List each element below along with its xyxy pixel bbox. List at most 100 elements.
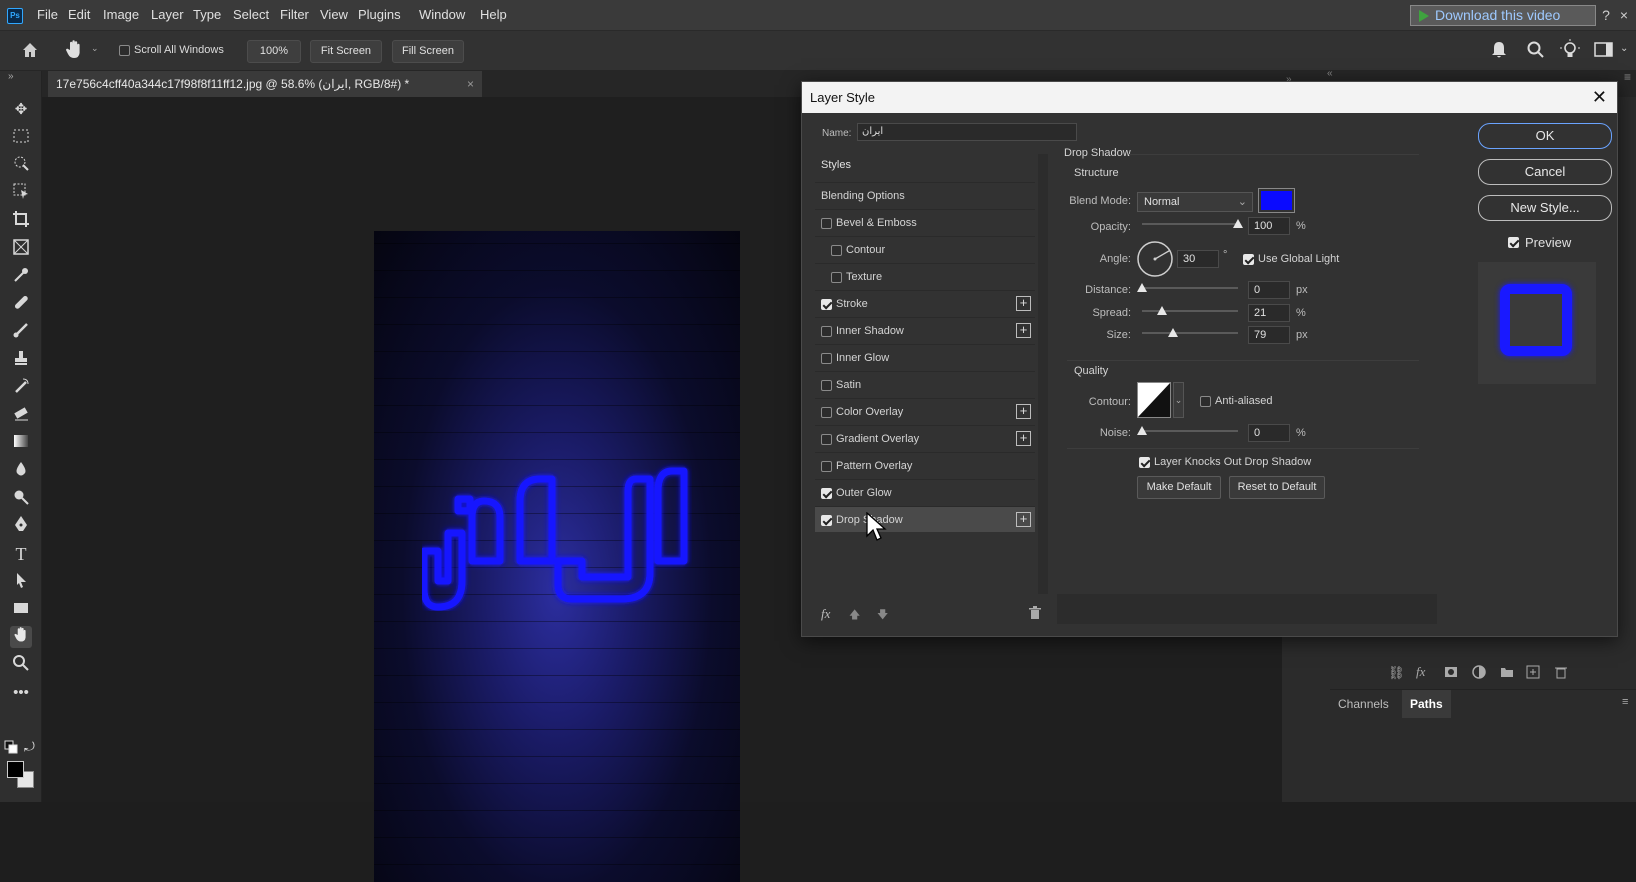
knockout-checkbox[interactable] (1139, 457, 1150, 468)
hand-tool-icon[interactable] (10, 626, 32, 648)
tab-paths[interactable]: Paths (1402, 690, 1451, 718)
discover-lightbulb-icon[interactable] (1560, 39, 1580, 61)
move-tool-icon[interactable]: ✥ (10, 99, 32, 121)
delete-layer-icon[interactable] (1554, 665, 1568, 682)
chevron-down-icon[interactable]: ⌄ (91, 43, 99, 54)
link-layers-icon[interactable]: ⛓ (1388, 665, 1405, 681)
slider-thumb[interactable] (1233, 219, 1243, 228)
bevel-emboss-checkbox[interactable] (821, 218, 832, 229)
inner-shadow-checkbox[interactable] (821, 326, 832, 337)
size-slider[interactable] (1142, 328, 1238, 337)
make-default-button[interactable]: Make Default (1137, 476, 1221, 499)
distance-input[interactable]: 0 (1248, 281, 1290, 299)
panel-menu-icon[interactable]: ≡ (1624, 70, 1631, 84)
drop-shadow-checkbox[interactable] (821, 515, 832, 526)
style-item-satin[interactable]: Satin (815, 371, 1035, 397)
brush-tool-icon[interactable] (10, 321, 32, 343)
marquee-tool-icon[interactable] (10, 127, 32, 149)
notification-bell-icon[interactable] (1490, 40, 1508, 60)
style-item-color-overlay[interactable]: Color Overlay + (815, 398, 1035, 424)
add-drop-shadow-icon[interactable]: + (1016, 512, 1031, 527)
add-gradient-overlay-icon[interactable]: + (1016, 431, 1031, 446)
style-item-blending-options[interactable]: Blending Options (815, 182, 1035, 208)
add-mask-icon[interactable] (1444, 665, 1458, 682)
styles-header[interactable]: Styles (821, 159, 851, 171)
close-icon[interactable]: × (1616, 5, 1632, 25)
workspace-layout-icon[interactable] (1594, 41, 1614, 59)
hand-tool-icon[interactable] (64, 39, 84, 61)
new-style-button[interactable]: New Style... (1478, 195, 1612, 221)
menu-window[interactable]: Window (419, 7, 465, 22)
zoom-100-button[interactable]: 100% (247, 40, 301, 63)
help-icon[interactable]: ? (1598, 5, 1614, 25)
move-up-icon[interactable]: 🡅 (849, 606, 860, 625)
menu-type[interactable]: Type (193, 7, 221, 22)
close-tab-icon[interactable]: × (467, 71, 474, 97)
collapse-panels-icon[interactable]: « (1327, 68, 1333, 79)
adjustment-layer-icon[interactable] (1472, 665, 1486, 682)
fill-screen-button[interactable]: Fill Screen (392, 40, 464, 63)
opacity-input[interactable]: 100 (1248, 217, 1290, 235)
slider-thumb[interactable] (1137, 426, 1147, 435)
cancel-button[interactable]: Cancel (1478, 159, 1612, 185)
noise-slider[interactable] (1137, 426, 1238, 435)
new-layer-icon[interactable] (1526, 665, 1540, 682)
inner-glow-checkbox[interactable] (821, 353, 832, 364)
move-down-icon[interactable]: 🡇 (877, 606, 888, 625)
menu-image[interactable]: Image (103, 7, 139, 22)
trash-icon[interactable] (1029, 606, 1041, 623)
reset-to-default-button[interactable]: Reset to Default (1229, 476, 1325, 499)
menu-file[interactable]: File (37, 7, 58, 22)
eyedropper-tool-icon[interactable] (10, 266, 32, 288)
fit-screen-button[interactable]: Fit Screen (310, 40, 382, 63)
angle-dial[interactable] (1136, 240, 1174, 278)
angle-input[interactable]: 30 (1177, 250, 1219, 268)
style-item-pattern-overlay[interactable]: Pattern Overlay (815, 452, 1035, 478)
style-item-inner-glow[interactable]: Inner Glow (815, 344, 1035, 370)
style-item-bevel-emboss[interactable]: Bevel & Emboss (815, 209, 1035, 235)
slider-thumb[interactable] (1137, 283, 1147, 292)
foreground-background-color-icon[interactable] (7, 761, 37, 791)
fx-menu-icon[interactable]: fx (821, 606, 830, 622)
new-group-icon[interactable] (1500, 665, 1514, 682)
style-item-drop-shadow[interactable]: Drop Shadow + (815, 506, 1035, 532)
style-item-texture[interactable]: Texture (815, 263, 1035, 289)
style-item-contour[interactable]: Contour (815, 236, 1035, 262)
blur-tool-icon[interactable] (10, 460, 32, 482)
tab-channels[interactable]: Channels (1330, 690, 1397, 718)
menu-select[interactable]: Select (233, 7, 269, 22)
chevron-down-icon[interactable]: ⌄ (1620, 43, 1628, 54)
dodge-tool-icon[interactable] (10, 488, 32, 510)
layer-name-input[interactable]: ایران (857, 123, 1077, 141)
menu-plugins[interactable]: Plugins (358, 7, 401, 22)
home-icon[interactable] (20, 40, 40, 60)
slider-thumb[interactable] (1167, 328, 1178, 337)
anti-aliased-checkbox[interactable] (1200, 396, 1211, 407)
pen-tool-icon[interactable] (10, 515, 32, 537)
fx-icon[interactable]: fx (1416, 664, 1425, 680)
menu-layer[interactable]: Layer (151, 7, 184, 22)
healing-brush-tool-icon[interactable] (10, 293, 32, 315)
contour-dropdown-icon[interactable]: ⌄ (1173, 382, 1184, 418)
menu-help[interactable]: Help (480, 7, 507, 22)
style-item-outer-glow[interactable]: Outer Glow (815, 479, 1035, 505)
outer-glow-checkbox[interactable] (821, 488, 832, 499)
default-colors-icon[interactable] (4, 740, 18, 754)
menu-edit[interactable]: Edit (68, 7, 90, 22)
type-tool-icon[interactable]: T (10, 543, 32, 565)
rectangle-tool-icon[interactable] (10, 599, 32, 621)
more-tools-icon[interactable]: ••• (10, 682, 32, 704)
contour-picker[interactable] (1137, 382, 1171, 418)
blend-mode-select[interactable]: Normal ⌄ (1137, 192, 1253, 212)
artwork-image[interactable] (374, 231, 740, 882)
download-video-button[interactable]: Download this video (1410, 5, 1596, 26)
stroke-checkbox[interactable] (821, 299, 832, 310)
close-icon[interactable]: ✕ (1592, 82, 1607, 112)
clone-stamp-tool-icon[interactable] (10, 349, 32, 371)
add-color-overlay-icon[interactable]: + (1016, 404, 1031, 419)
object-selection-tool-icon[interactable] (10, 182, 32, 204)
texture-checkbox[interactable] (831, 272, 842, 283)
ok-button[interactable]: OK (1478, 123, 1612, 149)
style-item-stroke[interactable]: Stroke + (815, 290, 1035, 316)
expand-panel-icon[interactable]: » (8, 71, 14, 82)
